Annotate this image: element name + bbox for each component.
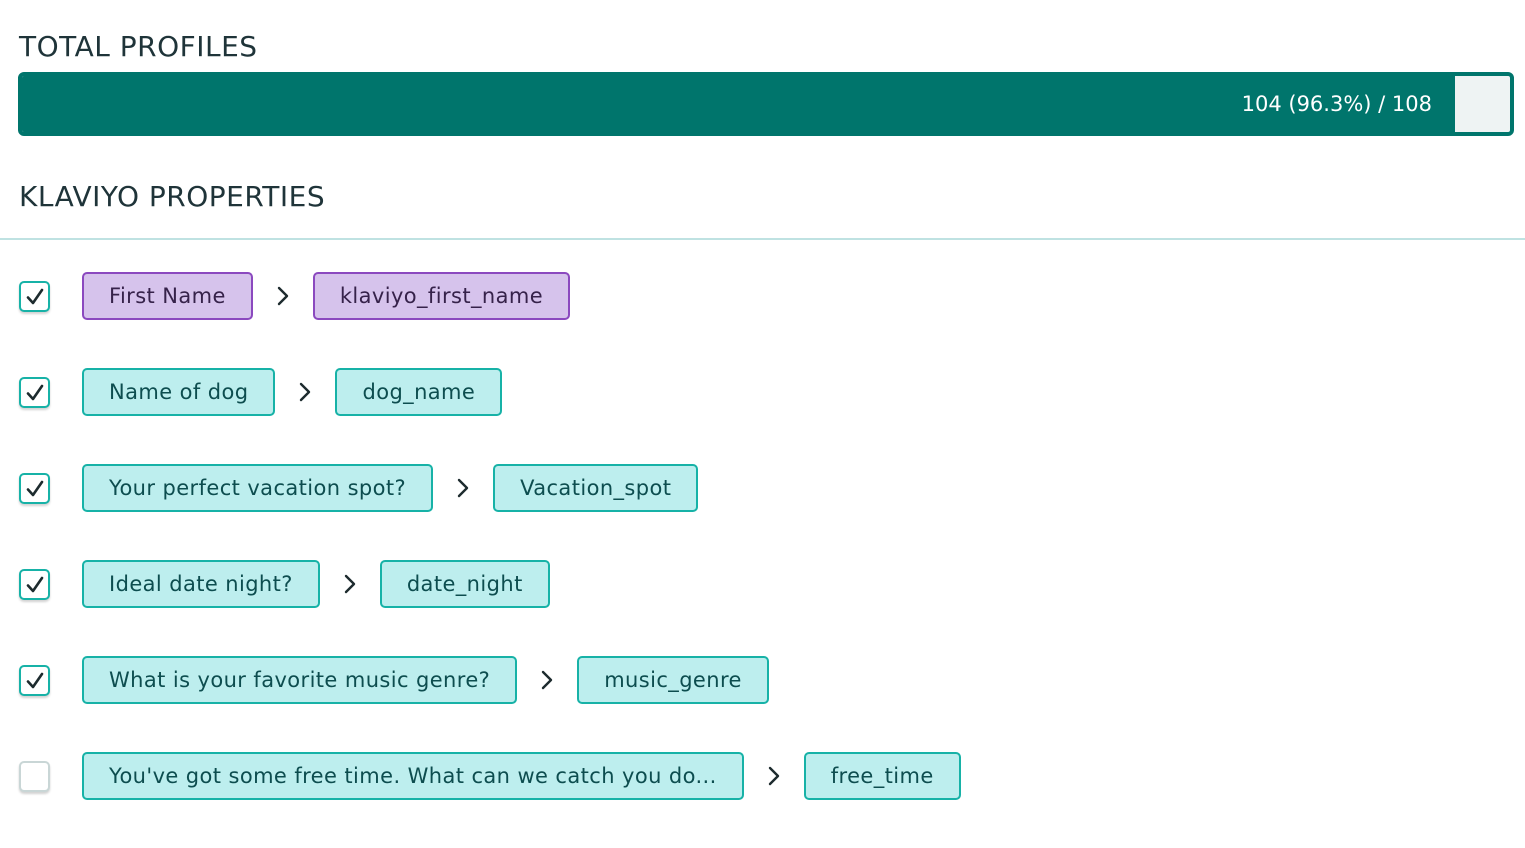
property-row: You've got some free time. What can we c… — [0, 752, 1525, 848]
property-row: What is your favorite music genre? music… — [0, 656, 1525, 752]
property-checkbox[interactable] — [19, 281, 50, 312]
property-row: Ideal date night? date_night — [0, 560, 1525, 656]
check-icon — [26, 672, 43, 688]
total-profiles-progress-bar: 104 (96.3%) / 108 — [18, 72, 1514, 136]
mapping-tags: Ideal date night? date_night — [82, 560, 550, 608]
property-checkbox[interactable] — [19, 665, 50, 696]
section-divider — [0, 238, 1525, 240]
chevron-right-icon — [744, 752, 804, 800]
target-property-tag[interactable]: klaviyo_first_name — [312, 272, 571, 320]
mapping-tags: You've got some free time. What can we c… — [82, 752, 961, 800]
target-property-tag[interactable]: dog_name — [335, 368, 503, 416]
source-property-tag[interactable]: Name of dog — [82, 368, 276, 416]
chevron-right-icon — [275, 368, 335, 416]
total-profiles-title: TOTAL PROFILES — [19, 30, 258, 63]
mapping-tags: What is your favorite music genre? music… — [82, 656, 769, 704]
source-property-tag[interactable]: What is your favorite music genre? — [82, 656, 518, 704]
check-icon — [26, 480, 43, 496]
klaviyo-properties-title: KLAVIYO PROPERTIES — [19, 180, 326, 213]
target-property-tag[interactable]: date_night — [379, 560, 550, 608]
check-icon — [26, 288, 43, 304]
progress-fill — [22, 76, 1455, 132]
property-row: First Name klaviyo_first_name — [0, 272, 1525, 368]
chevron-right-icon — [433, 464, 493, 512]
mapping-tags: Your perfect vacation spot? Vacation_spo… — [82, 464, 699, 512]
target-property-tag[interactable]: music_genre — [577, 656, 769, 704]
property-checkbox[interactable] — [19, 377, 50, 408]
check-icon — [26, 384, 43, 400]
source-property-tag[interactable]: You've got some free time. What can we c… — [82, 752, 744, 800]
property-checkbox[interactable] — [19, 569, 50, 600]
check-icon — [26, 576, 43, 592]
property-row: Your perfect vacation spot? Vacation_spo… — [0, 464, 1525, 560]
chevron-right-icon — [320, 560, 380, 608]
chevron-right-icon — [253, 272, 313, 320]
mapping-tags: First Name klaviyo_first_name — [82, 272, 571, 320]
property-row: Name of dog dog_name — [0, 368, 1525, 464]
chevron-right-icon — [517, 656, 577, 704]
target-property-tag[interactable]: free_time — [803, 752, 961, 800]
property-checkbox[interactable] — [19, 473, 50, 504]
property-checkbox[interactable] — [19, 761, 50, 792]
property-mapping-list: First Name klaviyo_first_name Name of do… — [0, 272, 1525, 848]
mapping-tags: Name of dog dog_name — [82, 368, 503, 416]
source-property-tag[interactable]: Your perfect vacation spot? — [82, 464, 434, 512]
source-property-tag[interactable]: First Name — [82, 272, 253, 320]
source-property-tag[interactable]: Ideal date night? — [82, 560, 320, 608]
target-property-tag[interactable]: Vacation_spot — [493, 464, 699, 512]
progress-label: 104 (96.3%) / 108 — [1241, 92, 1432, 116]
